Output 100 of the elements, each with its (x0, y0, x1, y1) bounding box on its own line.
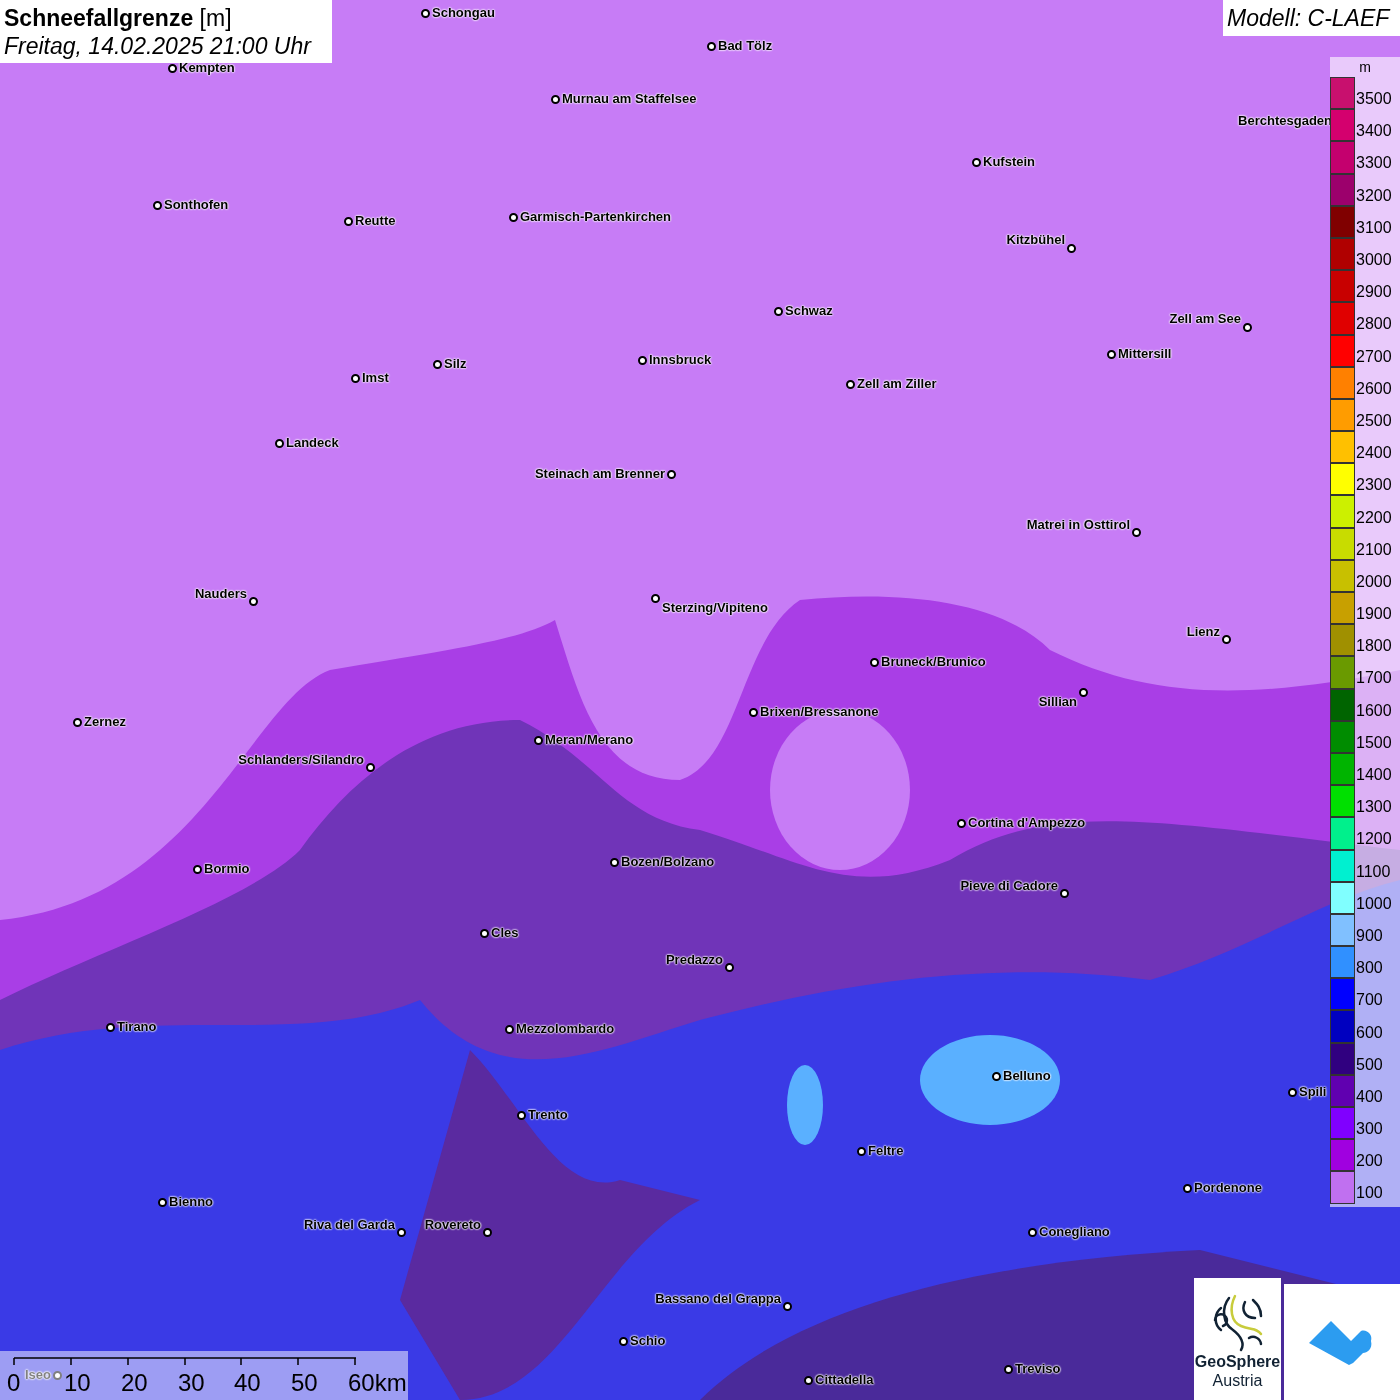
city-marker-icon (1222, 635, 1231, 644)
city-marker-icon (106, 1023, 115, 1032)
city-marker-icon (1288, 1088, 1297, 1097)
legend-value: 2500 (1356, 411, 1392, 430)
city-label: Sonthofen (164, 197, 229, 213)
scale-label: 40 (234, 1369, 261, 1397)
legend-value: 400 (1356, 1087, 1383, 1106)
city-label: Iseo (25, 1367, 51, 1383)
legend-value: 300 (1356, 1120, 1383, 1139)
logo-text: GeoSphere (1194, 1352, 1281, 1371)
legend-value: 600 (1356, 1023, 1383, 1042)
city-marker-icon (972, 158, 981, 167)
city-label: Treviso (1015, 1361, 1061, 1377)
city-label: Garmisch-Partenkirchen (520, 209, 671, 225)
city-marker-icon (1004, 1365, 1013, 1374)
legend-value: 2400 (1356, 444, 1392, 463)
scale-label: 0 (7, 1369, 21, 1397)
city-marker-icon (1067, 244, 1076, 253)
legend-value: 1200 (1356, 830, 1392, 849)
model-label: Modell: C-LAEF (1223, 0, 1400, 36)
scale-label: 50 (291, 1369, 318, 1397)
city-label: Nauders (194, 586, 247, 602)
legend-value: 2200 (1356, 508, 1392, 527)
map-date: Freitag, 14.02.2025 21:00 Uhr (4, 31, 313, 60)
legend-value: 1400 (1356, 766, 1392, 785)
legend-value: 200 (1356, 1152, 1383, 1171)
city-label: Sterzing/Vipiteno (662, 600, 768, 616)
city-label: Imst (362, 370, 389, 386)
city-label: Schlanders/Silandro (238, 752, 364, 768)
city-label: Reutte (355, 213, 396, 229)
city-marker-icon (158, 1198, 167, 1207)
city-marker-icon (551, 95, 560, 104)
city-marker-icon (433, 360, 442, 369)
city-label: Pieve di Cadore (960, 878, 1058, 894)
legend-value: 2900 (1356, 283, 1392, 302)
legend-value: 500 (1356, 1055, 1383, 1074)
legend-value: 3100 (1356, 218, 1392, 237)
scale-label: 60km (348, 1369, 407, 1397)
city-label: Belluno (1003, 1068, 1051, 1084)
city-label: Bruneck/Brunico (881, 654, 986, 670)
city-label: Mezzolombardo (516, 1021, 615, 1037)
city-label: Cortina d'Ampezzo (968, 815, 1086, 831)
city-marker-icon (638, 356, 647, 365)
city-marker-icon (1132, 528, 1141, 537)
city-label: Spili (1299, 1084, 1327, 1100)
city-label: Innsbruck (649, 352, 712, 368)
city-marker-icon (610, 858, 619, 867)
city-marker-icon (351, 374, 360, 383)
city-label: Tirano (117, 1019, 157, 1035)
city-marker-icon (534, 736, 543, 745)
city-label: Lienz (1186, 624, 1220, 640)
scale-label: 30 (178, 1369, 205, 1397)
city-label: Zernez (84, 714, 126, 730)
legend-value: 2100 (1356, 540, 1392, 559)
city-marker-icon (249, 597, 258, 606)
city-label: Bormio (204, 861, 250, 877)
city-marker-icon (846, 380, 855, 389)
legend-value: 1700 (1356, 669, 1392, 688)
city-marker-icon (957, 819, 966, 828)
legend-value: 1000 (1356, 894, 1392, 913)
city-label: Landeck (286, 435, 339, 451)
city-marker-icon (619, 1337, 628, 1346)
scale-label: 10 (64, 1369, 91, 1397)
city-label: Pordenone (1194, 1180, 1262, 1196)
city-marker-icon (480, 929, 489, 938)
city-marker-icon (344, 217, 353, 226)
city-label: Sillian (1038, 694, 1077, 710)
city-label: Schwaz (785, 303, 833, 319)
city-marker-icon (1079, 688, 1088, 697)
legend-value: 1800 (1356, 637, 1392, 656)
legend-value: 100 (1356, 1184, 1383, 1203)
city-marker-icon (804, 1376, 813, 1385)
city-marker-icon (870, 658, 879, 667)
city-label: Bad Tölz (718, 38, 773, 54)
city-label: Berchtesgaden (1238, 113, 1332, 129)
legend-unit: m (1358, 58, 1372, 77)
city-label: Zell am Ziller (857, 376, 937, 392)
city-marker-icon (651, 594, 660, 603)
city-label: Zell am See (1169, 311, 1241, 327)
legend-value: 2300 (1356, 476, 1392, 495)
city-marker-icon (1028, 1228, 1037, 1237)
legend-value: 3400 (1356, 122, 1392, 141)
logo-text: Austria (1212, 1371, 1263, 1390)
city-label: Rovereto (424, 1217, 481, 1233)
city-marker-icon (1107, 350, 1116, 359)
city-label: Bozen/Bolzano (621, 854, 715, 870)
city-marker-icon (73, 718, 82, 727)
legend-value: 3300 (1356, 154, 1392, 173)
city-label: Predazzo (665, 952, 723, 968)
city-marker-icon (992, 1072, 1001, 1081)
city-marker-icon (1183, 1184, 1192, 1193)
city-label: Steinach am Brenner (534, 466, 665, 482)
city-label: Cittadella (815, 1372, 874, 1388)
legend-value: 2800 (1356, 315, 1392, 334)
city-label: Schio (630, 1333, 666, 1349)
city-marker-icon (857, 1147, 866, 1156)
city-label: Cles (491, 925, 519, 941)
scale-label: 20 (121, 1369, 148, 1397)
legend-value: 3200 (1356, 186, 1392, 205)
city-marker-icon (366, 763, 375, 772)
